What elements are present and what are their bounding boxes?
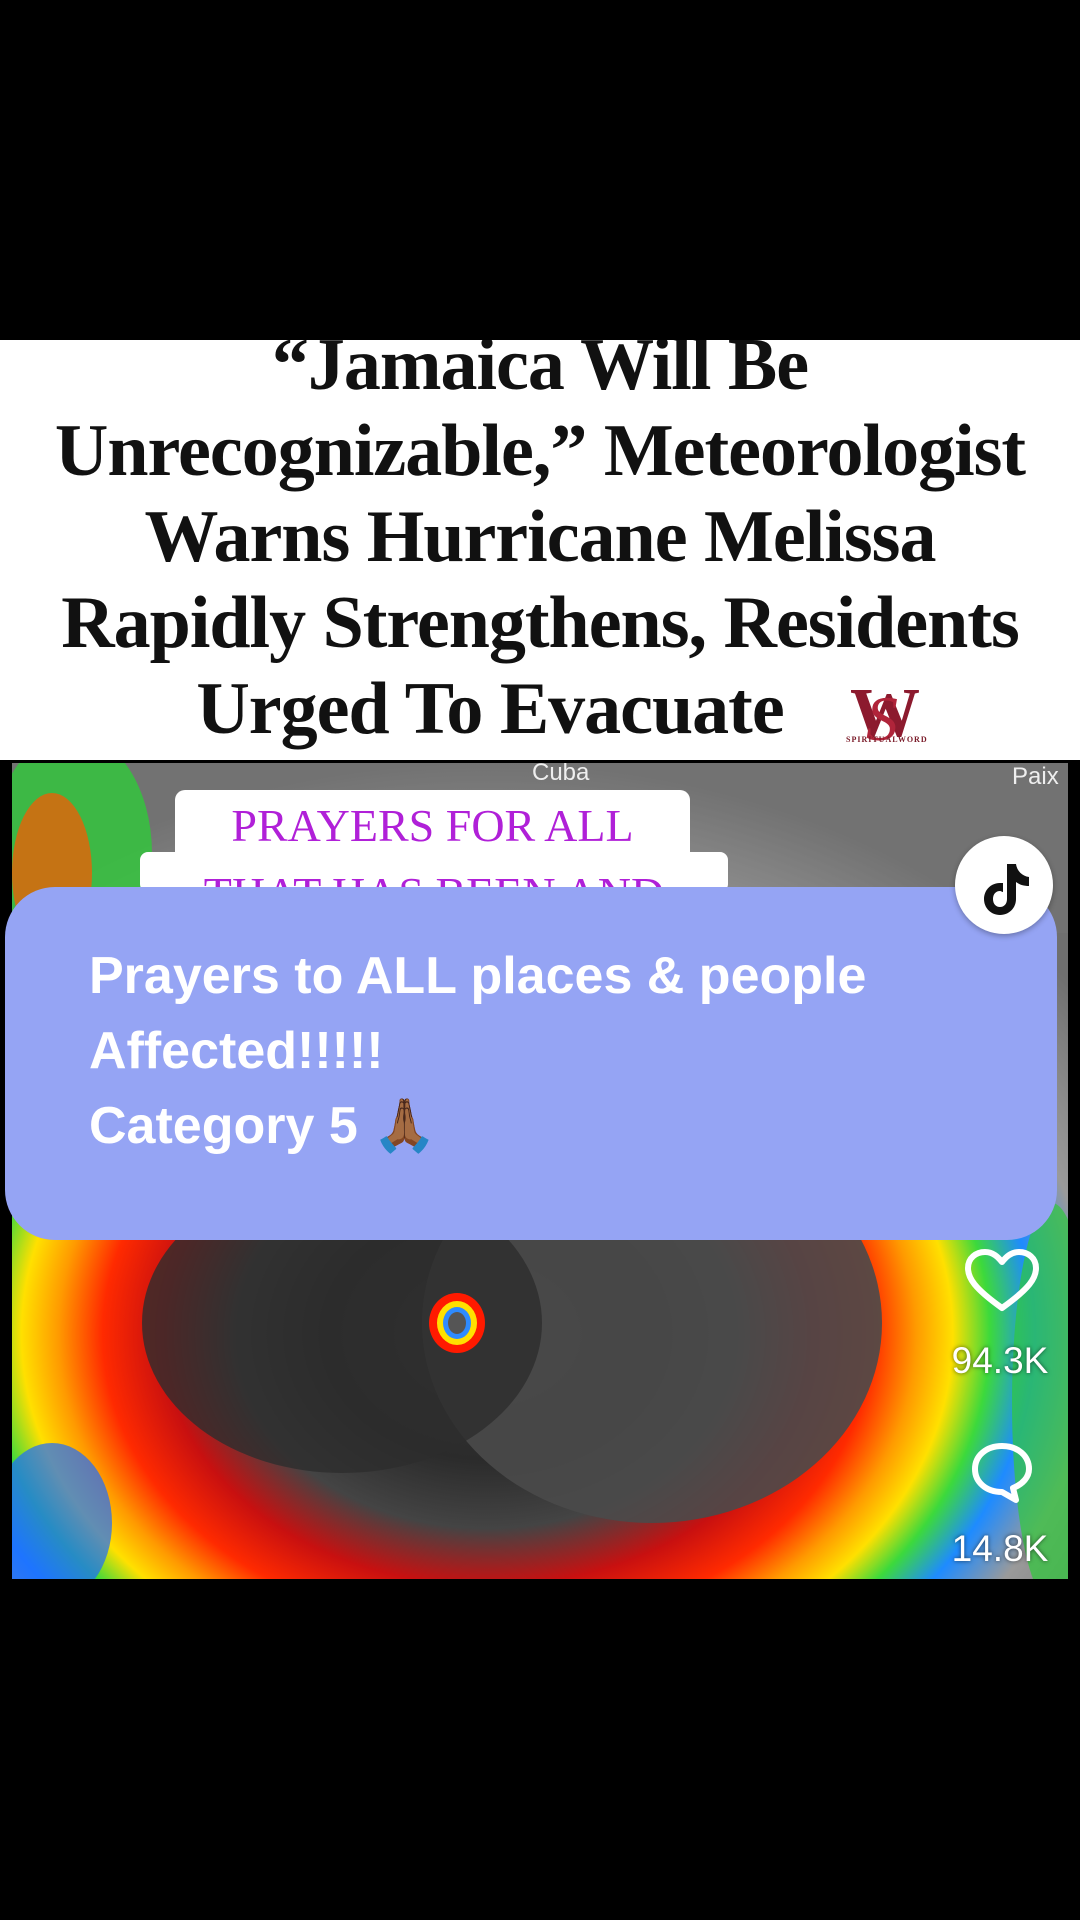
caption-text: Prayers to ALL places & people Affected!… <box>89 939 1019 1164</box>
caption-line-1: Prayers to ALL places & people <box>89 947 867 1005</box>
headline-line: “Jamaica Will Be <box>271 340 809 406</box>
headline-line: Rapidly Strengthens, Residents <box>61 582 1020 664</box>
map-label-cuba: Cuba <box>532 763 590 786</box>
comment-bubble-icon[interactable] <box>970 1440 1034 1504</box>
article-headline: “Jamaica Will Be Unrecognizable,” Meteor… <box>0 340 1080 760</box>
heart-icon[interactable] <box>964 1248 1040 1314</box>
caption-line-2: Affected!!!!! <box>89 1022 384 1080</box>
headline-line: Urged To Evacuate <box>196 668 784 750</box>
comment-count: 14.8K <box>951 1528 1049 1569</box>
overlay-line-1: PRAYERS FOR ALL <box>231 800 634 851</box>
map-label-paix: Paix <box>1012 763 1059 790</box>
tiktok-logo-icon <box>984 864 1029 915</box>
caption-box: Prayers to ALL places & people Affected!… <box>5 887 1057 1240</box>
headline-line: Warns Hurricane Melissa <box>144 496 937 578</box>
overlay-text-box: PRAYERS FOR ALL <box>175 790 690 870</box>
logo-caption: SPIRITUALWORD <box>846 735 928 744</box>
tiktok-profile-button[interactable] <box>955 836 1053 934</box>
headline-line: Unrecognizable,” Meteorologist <box>54 410 1026 492</box>
like-count: 94.3K <box>951 1340 1049 1381</box>
caption-line-3: Category 5 🙏🏾 <box>89 1097 437 1155</box>
